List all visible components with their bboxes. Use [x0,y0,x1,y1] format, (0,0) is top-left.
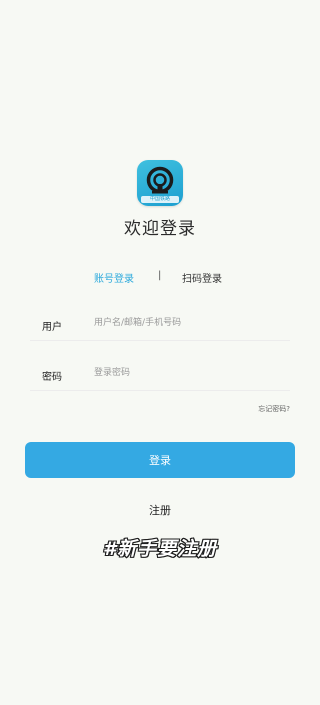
username-input[interactable] [94,314,284,332]
tab-divider: | [158,270,162,281]
forgot-password-link[interactable]: 忘记密码? [258,404,290,414]
username-divider [30,340,290,341]
app-logo-icon: 中国铁路 [137,160,183,206]
username-label: 用户 [42,322,62,333]
login-button[interactable]: 登录 [25,442,295,478]
app-icon-caption: 中国铁路 [141,196,179,203]
password-input[interactable] [94,364,284,382]
password-label: 密码 [42,372,62,383]
password-divider [30,390,290,391]
tab-account-login[interactable]: 账号登录 [94,270,134,285]
promo-caption: #新手要注册 [102,537,218,561]
welcome-title: 欢迎登录 [124,219,196,239]
tab-qrcode-login[interactable]: 扫码登录 [182,270,222,285]
register-link[interactable]: 注册 [0,502,320,518]
